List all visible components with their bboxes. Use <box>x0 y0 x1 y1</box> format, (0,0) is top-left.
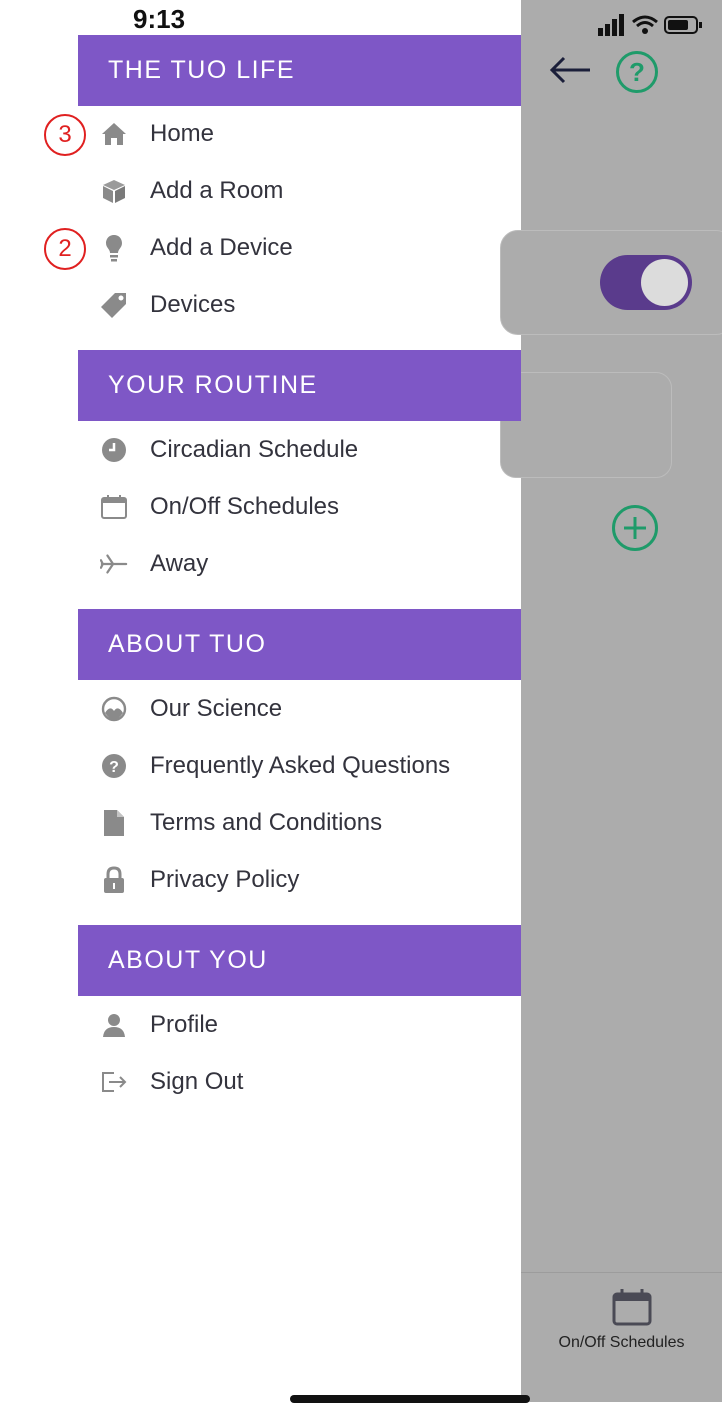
menu-item-on-off-schedules[interactable]: On/Off Schedules <box>78 478 521 535</box>
home-icon <box>100 120 128 148</box>
menu-item-label: On/Off Schedules <box>150 492 339 520</box>
section-title: YOUR ROUTINE <box>108 371 318 399</box>
lock-icon <box>100 865 128 894</box>
section-header-about-you: ABOUT YOU <box>78 925 521 996</box>
toggle-switch[interactable] <box>600 255 692 310</box>
menu-item-label: Our Science <box>150 694 283 722</box>
section-title: ABOUT TUO <box>108 630 267 658</box>
menu-item-terms-and-conditions[interactable]: Terms and Conditions <box>78 794 521 851</box>
annotation-marker: 3 <box>44 114 86 156</box>
menu-item-label: Home <box>150 119 215 147</box>
section-title: THE TUO LIFE <box>108 56 296 84</box>
menu-item-label: Terms and Conditions <box>150 808 383 836</box>
tab-bar-divider <box>521 1272 722 1273</box>
battery-icon <box>664 16 702 34</box>
clock-icon <box>100 436 128 464</box>
menu-item-label: Sign Out <box>150 1067 244 1095</box>
menu-item-add-a-device[interactable]: Add a Device <box>78 219 521 276</box>
calendar-icon <box>100 493 128 521</box>
box-icon <box>100 177 128 205</box>
menu-item-label: Privacy Policy <box>150 865 300 893</box>
svg-text:?: ? <box>109 759 119 776</box>
menu-item-profile[interactable]: Profile <box>78 996 521 1053</box>
menu-item-home[interactable]: Home <box>78 105 521 162</box>
menu-item-faq[interactable]: ? Frequently Asked Questions <box>78 737 521 794</box>
wifi-icon <box>632 15 658 34</box>
section-title: ABOUT YOU <box>108 946 268 974</box>
menu-item-label: Frequently Asked Questions <box>150 751 451 779</box>
signal-icon <box>598 14 624 36</box>
menu-item-privacy-policy[interactable]: Privacy Policy <box>78 851 521 908</box>
calendar-icon[interactable] <box>611 1287 653 1327</box>
dimmed-app-overlay[interactable] <box>521 0 722 1402</box>
science-icon <box>100 695 128 723</box>
back-arrow-icon[interactable] <box>548 50 594 90</box>
add-button[interactable] <box>612 505 658 551</box>
annotation-marker: 2 <box>44 228 86 270</box>
section-header-your-routine: YOUR ROUTINE <box>78 350 521 421</box>
toggle-knob <box>641 259 688 306</box>
tab-label-on-off-schedules[interactable]: On/Off Schedules <box>521 1334 722 1352</box>
section-header-about-tuo: ABOUT TUO <box>78 609 521 680</box>
background-card <box>500 372 672 478</box>
sign-out-icon <box>100 1068 128 1096</box>
menu-item-add-a-room[interactable]: Add a Room <box>78 162 521 219</box>
menu-item-label: Circadian Schedule <box>150 435 359 463</box>
menu-item-devices[interactable]: Devices <box>78 276 521 333</box>
menu-item-label: Add a Room <box>150 176 284 204</box>
menu-item-label: Add a Device <box>150 233 293 261</box>
menu-item-circadian-schedule[interactable]: Circadian Schedule <box>78 421 521 478</box>
menu-item-label: Devices <box>150 290 236 318</box>
document-icon <box>100 809 128 837</box>
menu-item-label: Away <box>150 549 209 577</box>
lightbulb-icon <box>100 234 128 262</box>
status-icons <box>598 14 702 36</box>
section-header-the-tuo-life: THE TUO LIFE <box>78 35 521 106</box>
menu-item-our-science[interactable]: Our Science <box>78 680 521 737</box>
airplane-icon <box>100 550 128 578</box>
menu-item-label: Profile <box>150 1010 219 1038</box>
menu-item-away[interactable]: Away <box>78 535 521 592</box>
user-icon <box>100 1011 128 1039</box>
question-icon: ? <box>100 752 128 780</box>
help-button[interactable]: ? <box>616 51 658 93</box>
menu-item-sign-out[interactable]: Sign Out <box>78 1053 521 1110</box>
tag-icon <box>100 291 128 319</box>
